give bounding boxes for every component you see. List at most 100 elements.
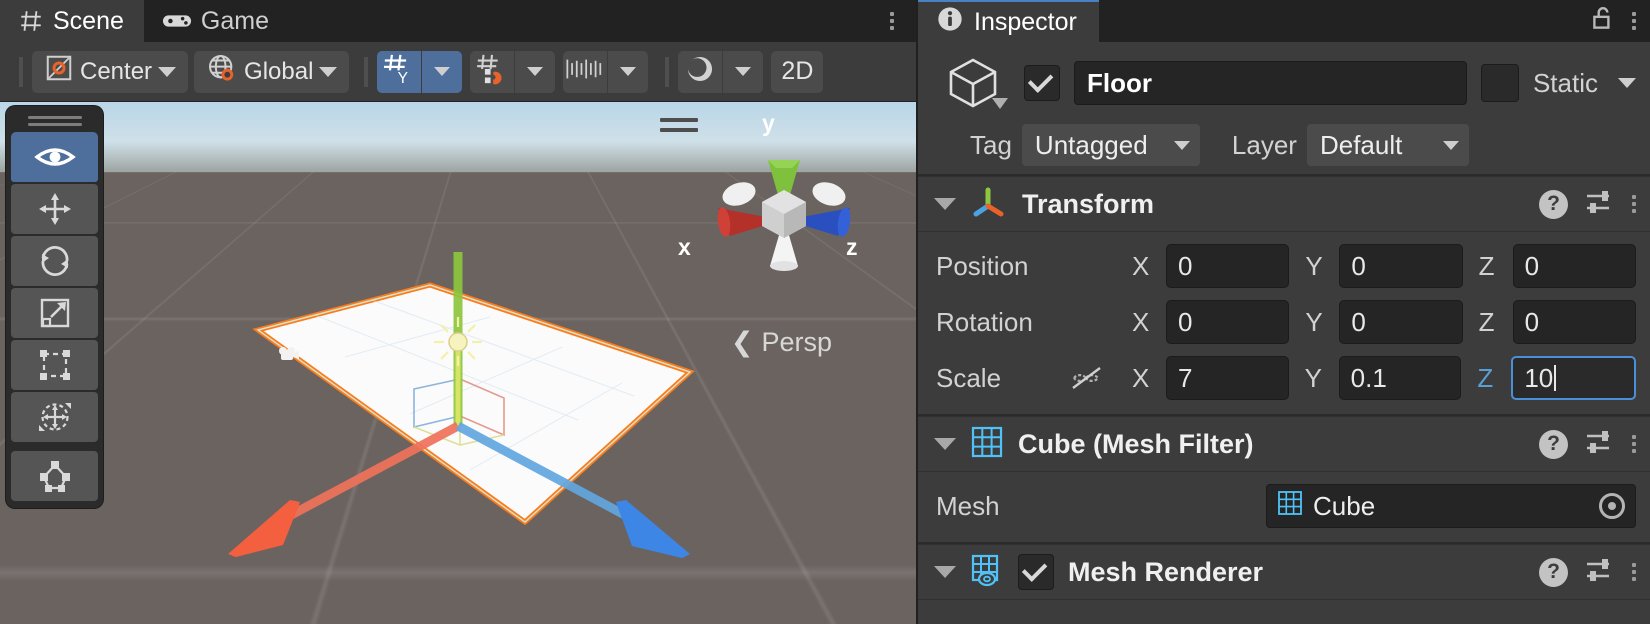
- gameobject-enabled-checkbox[interactable]: [1024, 65, 1060, 101]
- scene-orientation-gizmo[interactable]: y x z: [678, 110, 858, 286]
- handle-space-dropdown[interactable]: Global: [194, 50, 350, 93]
- globe-icon: [206, 52, 238, 91]
- position-z-field[interactable]: 0: [1512, 244, 1636, 288]
- svg-text:Y: Y: [398, 70, 409, 86]
- tool-palette-grip[interactable]: [11, 112, 98, 130]
- chevron-down-icon: [158, 66, 177, 77]
- scene-lighting-dropdown[interactable]: [723, 50, 764, 93]
- inspector-kebab-menu[interactable]: [1632, 12, 1636, 30]
- tag-layer-row: Tag Untagged Layer Default: [918, 114, 1650, 166]
- preset-icon[interactable]: [1585, 188, 1615, 221]
- component-kebab-menu[interactable]: [1632, 563, 1636, 581]
- scene-tool-palette: [6, 106, 103, 508]
- component-tools: ?: [1539, 188, 1636, 221]
- rotation-z-field[interactable]: 0: [1512, 300, 1636, 344]
- component-kebab-menu[interactable]: [1632, 195, 1636, 213]
- unity-editor-window: Scene Game Center Global Y 2D y x z ❮ Pe…: [0, 0, 1650, 624]
- chevron-down-icon: [1173, 140, 1190, 150]
- help-icon[interactable]: ?: [1539, 429, 1568, 459]
- chevron-down-icon[interactable]: [992, 96, 1008, 114]
- position-y-value: 0: [1351, 250, 1366, 281]
- inspector-panel: Inspector Floor Static Tag Untagged Laye…: [916, 0, 1650, 624]
- transform-tool-button[interactable]: [11, 392, 98, 442]
- component-title: Cube (Mesh Filter): [1018, 428, 1254, 459]
- help-icon[interactable]: ?: [1539, 557, 1568, 587]
- static-dropdown-chevron-down-icon[interactable]: [1618, 78, 1636, 88]
- gameobject-name-value: Floor: [1087, 67, 1152, 98]
- lighting-sphere-icon: [683, 52, 717, 91]
- tool-palette-gap: [11, 442, 98, 449]
- scale-tool-button[interactable]: [11, 288, 98, 338]
- tab-game-label: Game: [200, 6, 269, 35]
- camera-projection-toggle[interactable]: ❮ Persp: [731, 327, 832, 358]
- pivot-mode-dropdown[interactable]: Center: [32, 50, 189, 93]
- chevron-down-icon: [434, 67, 451, 76]
- component-header-mesh-filter[interactable]: Cube (Mesh Filter) ?: [918, 416, 1650, 472]
- grid-size-button[interactable]: [563, 50, 608, 93]
- grid-ruler-icon: [565, 54, 605, 89]
- scale-z-value: 10: [1524, 362, 1554, 393]
- layer-label: Layer: [1231, 129, 1297, 160]
- rect-tool-button[interactable]: [11, 340, 98, 390]
- tab-scene[interactable]: Scene: [0, 0, 144, 42]
- rect-transform-icon: [39, 350, 70, 380]
- custom-editor-tool-button[interactable]: [11, 451, 98, 501]
- unlocked-padlock-icon[interactable]: [1590, 5, 1616, 38]
- mesh-icon: [1277, 490, 1303, 523]
- tab-inspector[interactable]: Inspector: [918, 0, 1099, 42]
- chevron-down-icon: [319, 66, 338, 77]
- grid-snap-dropdown[interactable]: [422, 50, 463, 93]
- preset-icon[interactable]: [1585, 556, 1615, 589]
- scene-overflow-kebab-menu[interactable]: [890, 12, 894, 30]
- component-kebab-menu[interactable]: [1632, 435, 1636, 453]
- scale-z-field[interactable]: 10: [1511, 356, 1637, 400]
- gamepad-icon: [162, 11, 192, 31]
- constrain-proportions-off-icon[interactable]: [1068, 365, 1132, 391]
- scale-label: Scale: [936, 362, 1002, 393]
- gizmo-axis-y-label: y: [762, 110, 775, 136]
- gizmo-axis-x-label: x: [678, 234, 691, 260]
- view-tool-button[interactable]: [11, 132, 98, 182]
- preset-icon[interactable]: [1585, 428, 1615, 461]
- scale-x-field[interactable]: 7: [1166, 356, 1289, 400]
- gameobject-name-field[interactable]: Floor: [1074, 61, 1467, 105]
- rotation-x-field[interactable]: 0: [1166, 300, 1290, 344]
- pivot-mode-label: Center: [80, 57, 153, 85]
- position-x-field[interactable]: 0: [1166, 244, 1290, 288]
- tag-dropdown[interactable]: Untagged: [1021, 124, 1200, 166]
- position-z-axis-label: Z: [1478, 250, 1495, 281]
- position-y-field[interactable]: 0: [1339, 244, 1463, 288]
- inspector-tab-tools: [1590, 0, 1636, 42]
- scale-y-field[interactable]: 0.1: [1338, 356, 1462, 400]
- info-icon: [936, 5, 964, 40]
- static-checkbox[interactable]: [1480, 64, 1519, 102]
- rotation-y-value: 0: [1351, 306, 1366, 337]
- layer-dropdown[interactable]: Default: [1306, 124, 1469, 166]
- help-icon[interactable]: ?: [1539, 189, 1568, 219]
- magnet-snap-toggle[interactable]: [470, 50, 515, 93]
- magnet-snap-dropdown[interactable]: [515, 50, 556, 93]
- expand-triangle-icon[interactable]: [934, 438, 956, 450]
- scene-lighting-toggle[interactable]: [678, 50, 723, 93]
- mesh-object-field[interactable]: Cube: [1266, 484, 1636, 528]
- mesh-filter-body: Mesh Cube: [918, 472, 1650, 542]
- component-header-transform[interactable]: Transform ?: [918, 176, 1650, 232]
- move-tool-button[interactable]: [11, 184, 98, 234]
- object-picker-icon[interactable]: [1599, 493, 1625, 519]
- grid-snap-toggle[interactable]: Y: [377, 50, 422, 93]
- rotation-y-field[interactable]: 0: [1339, 300, 1463, 344]
- grid-size-dropdown[interactable]: [608, 50, 649, 93]
- scene-viewport[interactable]: y x z ❮ Persp: [0, 102, 916, 624]
- mesh-renderer-enabled-checkbox[interactable]: [1018, 554, 1054, 590]
- toolbar-grip[interactable]: [19, 56, 23, 87]
- mode-2d-toggle[interactable]: 2D: [771, 50, 824, 93]
- rotation-x-axis-label: X: [1132, 306, 1150, 337]
- grid-icon: [18, 8, 44, 34]
- grid-axis-y-icon: Y: [382, 52, 416, 91]
- expand-triangle-icon[interactable]: [934, 566, 956, 578]
- move-arrows-icon: [38, 193, 71, 225]
- component-header-mesh-renderer[interactable]: Mesh Renderer ?: [918, 544, 1650, 600]
- rotate-tool-button[interactable]: [11, 236, 98, 286]
- expand-triangle-icon[interactable]: [934, 198, 956, 210]
- tab-game[interactable]: Game: [143, 0, 289, 42]
